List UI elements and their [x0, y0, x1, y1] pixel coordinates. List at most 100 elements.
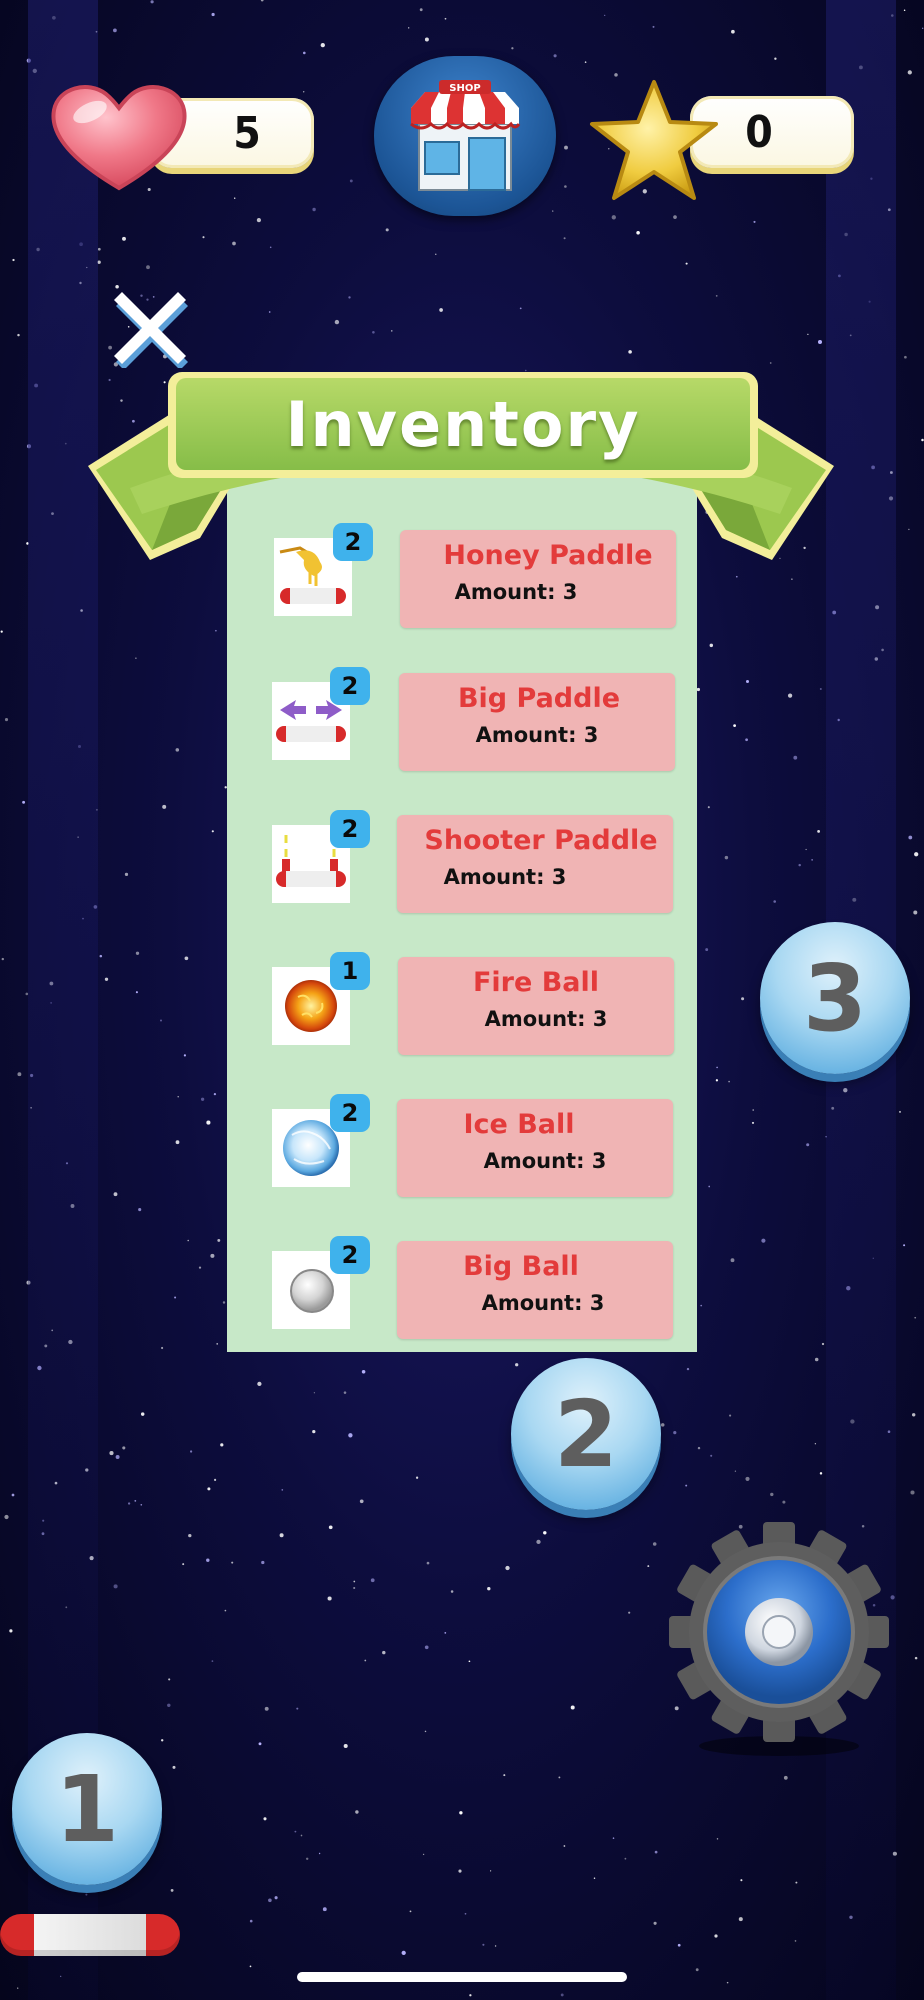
star-dot [798, 863, 801, 867]
star-dot [232, 241, 236, 246]
item-count-badge: 2 [330, 1094, 370, 1132]
shop-icon: SHOP [410, 80, 521, 191]
star-dot [150, 0, 154, 4]
ice-ball-card[interactable]: Ice Ball Amount: 3 [397, 1099, 673, 1197]
shop-button[interactable]: SHOP [374, 56, 556, 216]
star-dot [122, 236, 126, 241]
star-dot [187, 1239, 189, 1242]
star-dot [469, 1994, 472, 1997]
star-dot [685, 1484, 688, 1487]
star-dot [716, 1838, 719, 1840]
star-dot [673, 215, 677, 219]
star-dot [910, 1490, 915, 1495]
shooter-paddle-card[interactable]: Shooter Paddle Amount: 3 [397, 815, 673, 913]
star-dot [168, 1678, 171, 1681]
star-dot [553, 54, 557, 58]
item-amount: Amount: 3 [443, 865, 567, 889]
honey-paddle-card[interactable]: Honey Paddle Amount: 3 [400, 530, 676, 628]
star-dot [258, 1742, 262, 1746]
star-dot [355, 1810, 359, 1814]
star-dot [184, 956, 189, 961]
star-dot [268, 1898, 272, 1903]
star-dot [348, 1433, 353, 1438]
star-dot [124, 872, 129, 877]
star-dot [794, 1940, 797, 1942]
star-dot [269, 246, 272, 249]
star-dot [234, 197, 236, 199]
star-dot [519, 307, 522, 310]
star-dot [647, 1565, 650, 1568]
star-dot [17, 333, 20, 337]
star-dot [814, 1357, 819, 1362]
star-dot [160, 1019, 162, 1022]
star-dot [318, 1852, 321, 1855]
star-dot [370, 1578, 375, 1583]
star-dot [305, 1857, 309, 1861]
star-dot [774, 57, 777, 60]
player-paddle[interactable] [0, 1914, 180, 1956]
star-dot [198, 1266, 202, 1269]
star-dot [361, 1370, 366, 1374]
star-dot [135, 657, 137, 659]
star-dot [654, 1850, 658, 1854]
star-dot [200, 1097, 205, 1101]
star-dot [707, 806, 710, 809]
star-dot [364, 1659, 367, 1662]
star-dot [202, 236, 205, 239]
star-dot [303, 91, 305, 93]
left-lane [28, 0, 98, 2000]
fire-ball-card[interactable]: Fire Ball Amount: 3 [398, 957, 674, 1055]
star-dot [536, 1539, 541, 1545]
star-dot [138, 1208, 142, 1212]
star-dot [686, 1367, 690, 1371]
star-dot [773, 900, 776, 903]
heart-icon [51, 85, 187, 191]
star-dot [382, 1650, 386, 1655]
star-dot [115, 1455, 120, 1459]
star-dot [172, 1765, 176, 1769]
star-dot [624, 1857, 627, 1860]
star-dot [274, 1896, 278, 1900]
star-dot [161, 1346, 164, 1350]
star-dot [552, 210, 554, 212]
item-amount: Amount: 3 [454, 580, 578, 604]
big-paddle-card[interactable]: Big Paddle Amount: 3 [399, 673, 675, 771]
star-dot [104, 977, 109, 981]
item-amount: Amount: 3 [484, 1007, 608, 1031]
star-dot [814, 1443, 817, 1445]
star-dot [912, 1413, 916, 1417]
star-dot [505, 1565, 510, 1571]
star-dot [729, 1414, 732, 1417]
star-dot [294, 1830, 297, 1833]
star-dot [99, 954, 103, 958]
star-dot [279, 1533, 284, 1538]
big-ball-card[interactable]: Big Ball Amount: 3 [397, 1241, 673, 1339]
star-icon [590, 80, 718, 200]
level-ball-1[interactable]: 1 [12, 1733, 162, 1885]
star-dot [563, 237, 566, 240]
item-count-badge: 1 [330, 952, 370, 990]
star-dot [821, 1342, 825, 1346]
star-dot [903, 9, 906, 12]
star-dot [113, 28, 117, 33]
home-indicator [297, 1972, 627, 1982]
level-ball-2[interactable]: 2 [511, 1358, 661, 1510]
star-dot [570, 1705, 575, 1710]
star-dot [487, 1587, 491, 1591]
star-dot [494, 1945, 497, 1947]
star-dot [422, 1853, 425, 1856]
star-dot [426, 1561, 430, 1565]
star-dot [695, 1968, 699, 1972]
level-ball-3[interactable]: 3 [760, 922, 910, 1074]
star-dot [914, 1316, 917, 1319]
item-name: Ice Ball [463, 1109, 575, 1140]
star-dot [709, 643, 714, 648]
star-dot [211, 830, 214, 833]
star-dot [4, 718, 9, 722]
star-dot [260, 0, 264, 2]
star-dot [113, 1192, 118, 1197]
star-dot [715, 295, 718, 297]
star-dot [313, 1392, 316, 1394]
star-dot [745, 1476, 750, 1481]
settings-gear-icon[interactable] [668, 1520, 890, 1760]
